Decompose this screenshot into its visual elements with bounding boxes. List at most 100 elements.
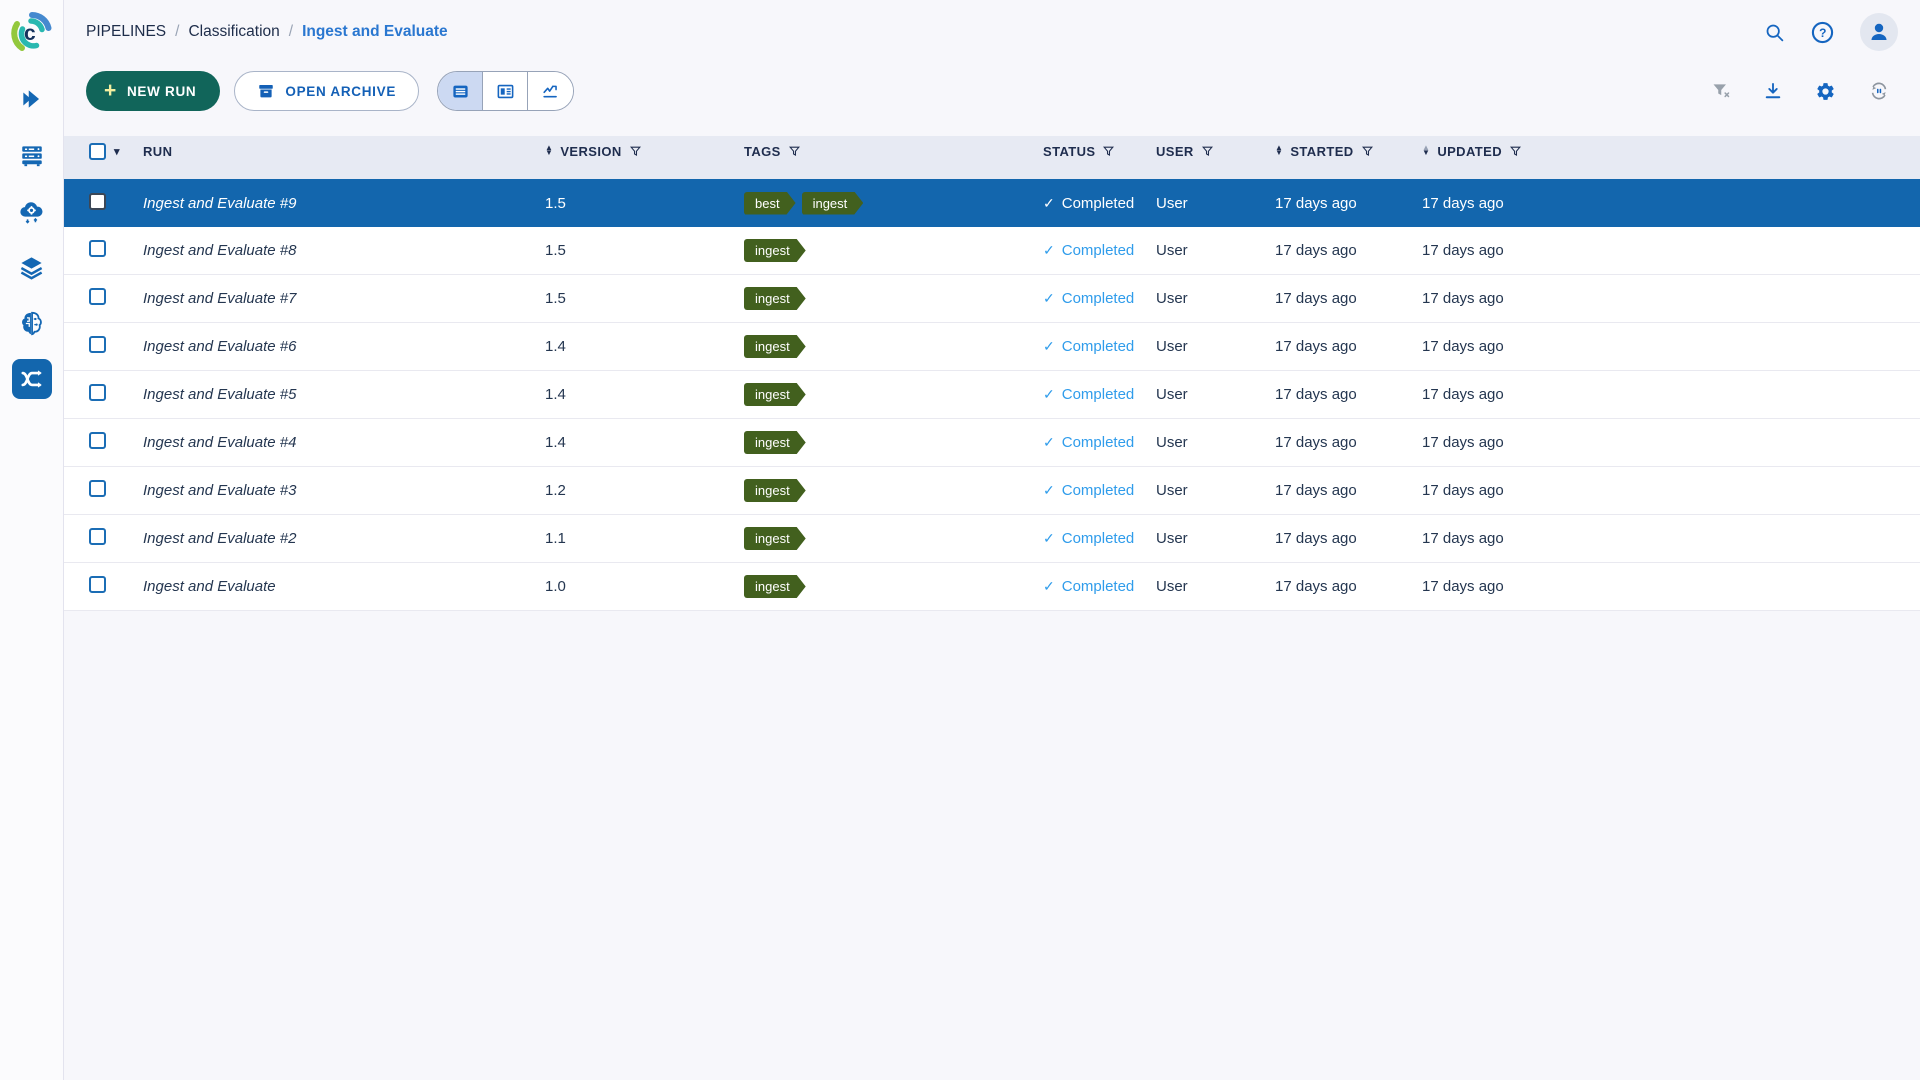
card-view-icon bbox=[496, 82, 515, 101]
column-header-started[interactable]: ▲▼ STARTED bbox=[1275, 144, 1422, 159]
sort-desc-icon[interactable]: ▲▼ bbox=[1422, 146, 1430, 156]
run-status: ✓ Completed bbox=[1043, 290, 1156, 307]
status-label: Completed bbox=[1062, 242, 1135, 259]
run-started: 17 days ago bbox=[1275, 195, 1422, 212]
help-button[interactable]: ? bbox=[1811, 21, 1834, 44]
row-checkbox[interactable] bbox=[89, 576, 106, 593]
run-status: ✓ Completed bbox=[1043, 386, 1156, 403]
run-started: 17 days ago bbox=[1275, 338, 1422, 355]
check-icon: ✓ bbox=[1043, 386, 1055, 403]
run-version: 1.4 bbox=[545, 434, 744, 451]
table-view-toggle[interactable] bbox=[438, 72, 483, 110]
run-name[interactable]: Ingest and Evaluate #3 bbox=[143, 482, 545, 499]
column-header-tags[interactable]: TAGS bbox=[744, 144, 1043, 159]
table-row[interactable]: Ingest and Evaluate #9 1.5 bestingest ✓ … bbox=[64, 179, 1920, 227]
header-select-all[interactable]: ▾ bbox=[64, 143, 143, 160]
run-name[interactable]: Ingest and Evaluate #2 bbox=[143, 530, 545, 547]
row-checkbox[interactable] bbox=[89, 240, 106, 257]
sidebar-item-datasets[interactable] bbox=[12, 247, 52, 287]
row-checkbox[interactable] bbox=[89, 432, 106, 449]
run-name[interactable]: Ingest and Evaluate #7 bbox=[143, 290, 545, 307]
open-archive-button[interactable]: OPEN ARCHIVE bbox=[234, 71, 419, 111]
run-name[interactable]: Ingest and Evaluate #4 bbox=[143, 434, 545, 451]
sidebar-item-workers-queues[interactable] bbox=[12, 135, 52, 175]
run-user: User bbox=[1156, 530, 1275, 547]
run-name[interactable]: Ingest and Evaluate bbox=[143, 578, 545, 595]
table-row[interactable]: Ingest and Evaluate #7 1.5 ingest ✓ Comp… bbox=[64, 275, 1920, 323]
tag-chip: best bbox=[744, 192, 796, 215]
applications-icon bbox=[19, 86, 45, 112]
table-row[interactable]: Ingest and Evaluate 1.0 ingest ✓ Complet… bbox=[64, 563, 1920, 611]
column-label-tags: TAGS bbox=[744, 144, 781, 159]
run-version: 1.4 bbox=[545, 386, 744, 403]
topbar-actions: ? bbox=[1764, 13, 1898, 51]
run-user: User bbox=[1156, 386, 1275, 403]
filter-icon[interactable] bbox=[629, 145, 642, 158]
table-row[interactable]: Ingest and Evaluate #5 1.4 ingest ✓ Comp… bbox=[64, 371, 1920, 419]
auto-refresh-button[interactable] bbox=[1868, 80, 1890, 102]
auto-refresh-icon bbox=[1868, 80, 1890, 102]
column-header-user[interactable]: USER bbox=[1156, 144, 1275, 159]
card-view-toggle[interactable] bbox=[483, 72, 528, 110]
run-started: 17 days ago bbox=[1275, 434, 1422, 451]
chevron-down-icon[interactable]: ▾ bbox=[114, 145, 120, 158]
filter-icon[interactable] bbox=[1509, 145, 1522, 158]
profile-button[interactable] bbox=[1860, 13, 1898, 51]
sidebar-item-applications[interactable] bbox=[12, 79, 52, 119]
download-button[interactable] bbox=[1763, 81, 1783, 101]
select-all-checkbox[interactable] bbox=[89, 143, 106, 160]
sidebar-item-models[interactable] bbox=[12, 303, 52, 343]
clearml-logo[interactable]: c bbox=[7, 7, 57, 57]
run-updated: 17 days ago bbox=[1422, 195, 1920, 212]
chart-view-icon bbox=[541, 82, 560, 101]
chart-view-toggle[interactable] bbox=[528, 72, 573, 110]
run-status: ✓ Completed bbox=[1043, 482, 1156, 499]
column-header-version[interactable]: ▲▼ VERSION bbox=[545, 144, 744, 159]
clear-filters-button[interactable] bbox=[1711, 81, 1731, 101]
search-button[interactable] bbox=[1764, 22, 1785, 43]
sidebar-item-data-processing[interactable] bbox=[12, 191, 52, 231]
filter-icon[interactable] bbox=[1361, 145, 1374, 158]
status-label: Completed bbox=[1062, 195, 1135, 212]
filter-icon[interactable] bbox=[1201, 145, 1214, 158]
column-header-updated[interactable]: ▲▼ UPDATED bbox=[1422, 144, 1920, 159]
row-checkbox[interactable] bbox=[89, 480, 106, 497]
run-started: 17 days ago bbox=[1275, 482, 1422, 499]
sidebar-nav bbox=[0, 79, 63, 399]
check-icon: ✓ bbox=[1043, 242, 1055, 259]
table-row[interactable]: Ingest and Evaluate #8 1.5 ingest ✓ Comp… bbox=[64, 227, 1920, 275]
table-header: ▾ RUN ▲▼ VERSION TAGS STATUS USER bbox=[64, 136, 1920, 179]
filter-icon[interactable] bbox=[788, 145, 801, 158]
row-checkbox[interactable] bbox=[89, 288, 106, 305]
table-view-icon bbox=[451, 82, 470, 101]
table-row[interactable]: Ingest and Evaluate #4 1.4 ingest ✓ Comp… bbox=[64, 419, 1920, 467]
run-version: 1.0 bbox=[545, 578, 744, 595]
table-row[interactable]: Ingest and Evaluate #2 1.1 ingest ✓ Comp… bbox=[64, 515, 1920, 563]
cloud-gear-icon bbox=[18, 198, 45, 225]
column-header-status[interactable]: STATUS bbox=[1043, 144, 1156, 159]
settings-button[interactable] bbox=[1815, 81, 1836, 102]
filter-icon[interactable] bbox=[1102, 145, 1115, 158]
svg-text:?: ? bbox=[1819, 25, 1826, 39]
breadcrumb-project[interactable]: Classification bbox=[188, 23, 279, 41]
run-name[interactable]: Ingest and Evaluate #8 bbox=[143, 242, 545, 259]
row-checkbox[interactable] bbox=[89, 336, 106, 353]
column-header-run[interactable]: RUN bbox=[143, 144, 545, 159]
run-name[interactable]: Ingest and Evaluate #5 bbox=[143, 386, 545, 403]
new-run-button[interactable]: + NEW RUN bbox=[86, 71, 220, 111]
run-name[interactable]: Ingest and Evaluate #9 bbox=[143, 195, 545, 212]
run-name[interactable]: Ingest and Evaluate #6 bbox=[143, 338, 545, 355]
row-checkbox[interactable] bbox=[89, 384, 106, 401]
row-checkbox[interactable] bbox=[89, 528, 106, 545]
help-icon: ? bbox=[1811, 21, 1834, 44]
row-checkbox[interactable] bbox=[89, 193, 106, 210]
table-row[interactable]: Ingest and Evaluate #3 1.2 ingest ✓ Comp… bbox=[64, 467, 1920, 515]
run-updated: 17 days ago bbox=[1422, 578, 1920, 595]
sort-icon[interactable]: ▲▼ bbox=[545, 146, 553, 156]
run-status: ✓ Completed bbox=[1043, 338, 1156, 355]
run-updated: 17 days ago bbox=[1422, 338, 1920, 355]
sort-icon[interactable]: ▲▼ bbox=[1275, 146, 1283, 156]
table-row[interactable]: Ingest and Evaluate #6 1.4 ingest ✓ Comp… bbox=[64, 323, 1920, 371]
run-updated: 17 days ago bbox=[1422, 242, 1920, 259]
sidebar-item-pipelines[interactable] bbox=[12, 359, 52, 399]
